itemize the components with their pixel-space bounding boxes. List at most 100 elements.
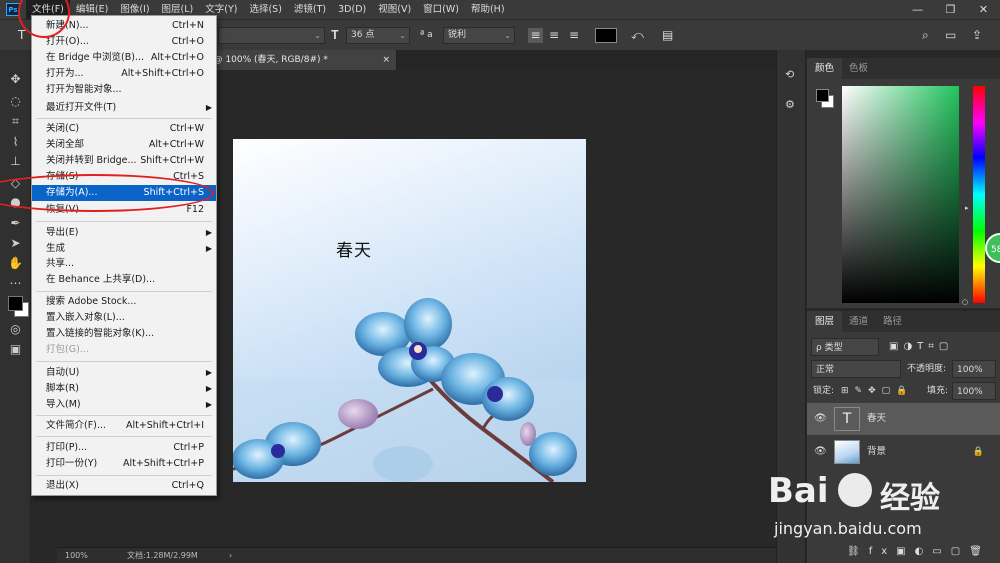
layers-panel-tabs: 图层 通道 路径: [807, 311, 1000, 332]
quick-mask-icon[interactable]: ◎: [8, 322, 23, 337]
tab-color[interactable]: 颜色: [807, 58, 843, 79]
share-icon[interactable]: ⇪: [972, 28, 982, 43]
lock-icons[interactable]: ⊞✎✥▢🔒: [841, 382, 913, 400]
zoom-level[interactable]: 100%: [65, 548, 88, 563]
warp-text-icon[interactable]: ⤺: [631, 28, 644, 43]
lasso-tool-icon[interactable]: ◌: [8, 94, 23, 109]
menu-item-export[interactable]: 导出(E) ▶: [32, 225, 216, 241]
menu-item-print[interactable]: 打印(P)... Ctrl+P: [32, 440, 216, 456]
menu-item-open[interactable]: 打开(O)... Ctrl+O: [32, 34, 216, 50]
text-color-swatch[interactable]: [595, 28, 617, 43]
layer-filter-select[interactable]: ρ 类型: [811, 338, 879, 356]
hand-tool-icon[interactable]: ✋: [8, 256, 23, 271]
close-button[interactable]: ✕: [967, 0, 1000, 19]
color-picker-field[interactable]: [842, 86, 959, 303]
hue-slider-arrow-icon[interactable]: ▸: [965, 204, 969, 212]
window-controls: — ❐ ✕: [901, 0, 1000, 19]
menu-item-share[interactable]: 共享...: [32, 256, 216, 272]
menu-item-exit[interactable]: 退出(X) Ctrl+Q: [32, 478, 216, 494]
foreground-color-swatch[interactable]: [8, 296, 23, 311]
align-right-icon[interactable]: ≡: [569, 28, 579, 43]
text-layer-thumbnail: T: [834, 407, 860, 431]
file-menu-dropdown: 新建(N)... Ctrl+N 打开(O)... Ctrl+O 在 Bridge 中…: [31, 15, 217, 496]
visibility-eye-icon[interactable]: 👁: [814, 403, 827, 435]
menu-help[interactable]: 帮助(H): [465, 0, 511, 19]
menu-item-open-smart-object[interactable]: 打开为智能对象...: [32, 82, 216, 98]
menu-item-print-one[interactable]: 打印一份(Y) Alt+Shift+Ctrl+P: [32, 456, 216, 472]
type-tool-icon[interactable]: T: [18, 28, 25, 43]
menu-select[interactable]: 选择(S): [243, 0, 287, 19]
align-center-icon[interactable]: ≡: [549, 28, 559, 43]
menu-item-generate[interactable]: 生成 ▶: [32, 241, 216, 257]
tab-layers[interactable]: 图层: [807, 311, 843, 332]
search-icon[interactable]: ⌕: [922, 28, 929, 43]
background-layer-thumbnail: [834, 440, 860, 464]
status-arrow-icon[interactable]: ›: [229, 548, 232, 563]
color-panel-tabs: 颜色 色板: [807, 58, 1000, 79]
restore-button[interactable]: ❐: [934, 0, 967, 19]
screen-mode-icon[interactable]: ▣: [8, 342, 23, 357]
opacity-field[interactable]: 100%: [952, 360, 996, 378]
menu-item-scripts[interactable]: 脚本(R) ▶: [32, 381, 216, 397]
move-tool-icon[interactable]: ✥: [8, 72, 23, 87]
more-tools-icon[interactable]: ⋯: [8, 276, 23, 291]
color-foreground-swatch[interactable]: [816, 89, 829, 102]
menu-item-recent-files[interactable]: 最近打开文件(T) ▶: [32, 100, 216, 116]
tab-swatches[interactable]: 色板: [841, 58, 876, 79]
menu-window[interactable]: 窗口(W): [417, 0, 465, 19]
minimize-button[interactable]: —: [901, 0, 934, 19]
document-canvas[interactable]: 春天: [233, 139, 586, 482]
menu-item-open-as[interactable]: 打开为... Alt+Shift+Ctrl+O: [32, 66, 216, 82]
eyedropper-tool-icon[interactable]: ⌇: [8, 135, 23, 150]
close-tab-icon[interactable]: ×: [382, 50, 390, 70]
watermark-brand-suffix: 经验: [880, 481, 940, 516]
tab-paths[interactable]: 路径: [875, 311, 910, 332]
opacity-label: 不透明度:: [907, 364, 947, 374]
menu-item-import[interactable]: 导入(M) ▶: [32, 397, 216, 413]
orchid-photo: [233, 298, 586, 482]
fill-field[interactable]: 100%: [952, 382, 996, 400]
workspace-icon[interactable]: ▭: [945, 28, 956, 43]
crop-tool-icon[interactable]: ⌗: [8, 114, 23, 129]
align-left-icon[interactable]: ≡: [528, 28, 543, 43]
stamp-tool-icon[interactable]: ⊥: [8, 154, 23, 169]
tab-channels[interactable]: 通道: [841, 311, 876, 332]
watermark-url: jingyan.baidu.com: [774, 519, 922, 538]
baidu-watermark: Bai 经验 jingyan.baidu.com: [754, 463, 998, 553]
menu-item-place-embedded[interactable]: 置入嵌入对象(L)...: [32, 310, 216, 326]
submenu-arrow-icon: ▶: [205, 244, 212, 253]
menu-3d[interactable]: 3D(D): [332, 0, 372, 19]
history-icon[interactable]: ⟲: [785, 68, 794, 81]
menu-item-close[interactable]: 关闭(C) Ctrl+W: [32, 121, 216, 137]
menu-separator: [36, 291, 212, 292]
status-bar: 100% 文档:1.28M/2.99M ›: [57, 547, 776, 563]
anti-alias-select[interactable]: 锐利 ⌄: [443, 27, 515, 44]
layer-filter-icons[interactable]: ▣◑T⌗▢: [889, 338, 995, 356]
document-size-info: 文档:1.28M/2.99M: [127, 551, 198, 560]
menu-item-place-linked[interactable]: 置入链接的智能对象(K)...: [32, 326, 216, 342]
font-size-select[interactable]: 36 点 ⌄: [346, 27, 410, 44]
pen-tool-icon[interactable]: ✒: [8, 216, 23, 231]
menu-item-share-behance[interactable]: 在 Behance 上共享(D)...: [32, 272, 216, 288]
menu-item-automate[interactable]: 自动(U) ▶: [32, 365, 216, 381]
menu-separator: [36, 436, 212, 437]
hue-slider[interactable]: [973, 86, 985, 303]
menu-item-file-info[interactable]: 文件简介(F)... Alt+Shift+Ctrl+I: [32, 418, 216, 434]
properties-icon[interactable]: ⚙: [785, 98, 795, 111]
menu-item-search-stock[interactable]: 搜索 Adobe Stock...: [32, 294, 216, 310]
blend-mode-select[interactable]: 正常: [811, 360, 901, 378]
menu-item-browse-bridge[interactable]: 在 Bridge 中浏览(B)... Alt+Ctrl+O: [32, 50, 216, 66]
menu-view[interactable]: 视图(V): [372, 0, 417, 19]
menu-item-close-all[interactable]: 关闭全部 Alt+Ctrl+W: [32, 137, 216, 153]
menu-separator: [36, 221, 212, 222]
paw-icon: [838, 473, 872, 507]
layer-row-text[interactable]: 👁 T 春天: [807, 403, 1000, 435]
menu-item-close-go-bridge[interactable]: 关闭并转到 Bridge... Shift+Ctrl+W: [32, 153, 216, 169]
fill-label: 填充:: [927, 386, 949, 396]
canvas-text-layer[interactable]: 春天: [336, 236, 372, 261]
floating-badge[interactable]: 58: [985, 233, 1000, 263]
menu-filter[interactable]: 滤镜(T): [288, 0, 332, 19]
path-select-tool-icon[interactable]: ➤: [8, 236, 23, 251]
character-panel-icon[interactable]: ▤: [662, 28, 673, 43]
font-style-select[interactable]: ⌄: [218, 27, 325, 44]
